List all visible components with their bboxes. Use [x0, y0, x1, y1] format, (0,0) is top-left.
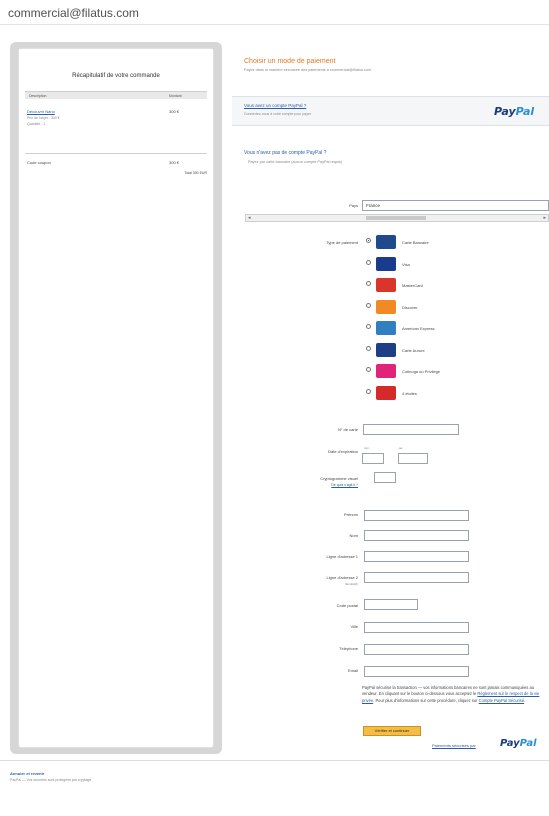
col-description: Description — [29, 94, 47, 98]
postcode-label: Code postal — [336, 603, 358, 608]
firstname-label: Prénom — [343, 512, 358, 517]
4-etoiles-icon — [376, 385, 396, 400]
postcode-field[interactable] — [364, 599, 418, 610]
scroll-thumb[interactable] — [366, 216, 426, 220]
expiry-month-hint: mm — [364, 446, 369, 450]
cvv-field[interactable] — [374, 472, 396, 483]
phone-label: Téléphone — [339, 646, 358, 651]
card-type-label: Type de paiement — [326, 240, 358, 245]
paypal-logo: PayPal — [494, 105, 534, 118]
card-radio[interactable] — [366, 345, 371, 351]
address2-label: Ligne d'adresse 2 — [326, 575, 358, 580]
paypal-logo-pay: Pay — [494, 105, 516, 118]
header-divider — [0, 24, 549, 25]
city-field[interactable] — [364, 622, 469, 633]
expiry-label: Date d'expiration — [328, 449, 358, 454]
paypal-account-box: Vous avez un compte PayPal ? Connectez-v… — [232, 96, 549, 126]
paypal-footer-logo: PayPal — [500, 738, 537, 749]
paypal-footer-pay: Pay — [500, 738, 520, 749]
summary-item-amount: 300 € — [169, 109, 180, 114]
horizontal-scrollbar[interactable]: ◂ ▸ — [245, 214, 549, 222]
carte-aurore-icon — [376, 342, 396, 357]
summary-currency-note: Total 300 EUR — [184, 171, 207, 175]
carte-bancaire-icon — [376, 235, 396, 249]
phone-field[interactable] — [364, 644, 469, 655]
card-radio[interactable] — [366, 281, 371, 286]
email-field[interactable] — [364, 666, 469, 677]
no-account-title: Vous n'avez pas de compte PayPal ? — [244, 150, 327, 156]
amex-icon — [376, 321, 396, 335]
summary-item-link[interactable]: Découvrir Nano — [27, 109, 55, 114]
paypal-footer-pal: Pal — [519, 738, 537, 749]
discover-icon — [376, 299, 396, 314]
card-option-label: Visa — [402, 261, 410, 267]
address1-label: Ligne d'adresse 1 — [326, 554, 358, 559]
card-radio[interactable] — [366, 238, 371, 243]
summary-total-label: Code coupon — [27, 160, 51, 165]
card-radio[interactable] — [366, 324, 371, 329]
summary-title: Récapitulatif de votre commande — [72, 73, 160, 79]
firstname-field[interactable] — [364, 510, 469, 521]
card-radio[interactable] — [366, 259, 371, 265]
secure-payments-link[interactable]: Paiements sécurisés par — [432, 743, 476, 748]
expiry-month-field[interactable] — [362, 453, 384, 464]
lastname-label: Nom — [349, 533, 358, 538]
order-summary-panel: Récapitulatif de votre commande Descript… — [18, 48, 214, 748]
city-label: Ville — [350, 624, 359, 629]
secure-account-link[interactable]: Compte PayPal Sécurisé — [479, 698, 525, 703]
card-number-label: N° de carte — [337, 427, 358, 432]
country-select[interactable]: France — [362, 200, 549, 211]
paypal-logo-pal: Pal — [515, 105, 535, 118]
card-radio[interactable] — [366, 302, 371, 308]
summary-table-header: Description Montant — [25, 91, 207, 99]
col-amount: Montant — [169, 94, 182, 98]
cvv-help-link[interactable]: De quoi s'agit-il ? — [310, 483, 358, 487]
payment-title: Choisir un mode de paiement — [244, 58, 336, 65]
security-note-text-2: Pour plus d'informations sur cette procé… — [375, 697, 478, 703]
scroll-left-icon[interactable]: ◂ — [248, 215, 251, 221]
cvv-label: Cryptogramme visuel — [320, 476, 358, 481]
continue-button[interactable]: Vérifier et continuer — [363, 726, 421, 736]
summary-divider — [25, 153, 207, 154]
mastercard-icon — [376, 278, 396, 292]
country-label: Pays — [349, 203, 358, 208]
lastname-field[interactable] — [364, 530, 469, 541]
cancel-return-link[interactable]: Annuler et revenir — [10, 771, 44, 776]
summary-item-qty: Quantité : 1 — [27, 122, 46, 126]
no-account-subtitle: Payez par carte bancaire (aucun compte P… — [248, 160, 343, 164]
cofinoga-icon — [376, 364, 396, 378]
card-number-field[interactable] — [363, 424, 459, 435]
summary-total-amount: 300 € — [169, 160, 180, 165]
card-option-label: American Express — [402, 326, 435, 331]
card-option-label: Carte Bancaire — [402, 240, 429, 245]
card-option-label: Discover — [402, 304, 418, 310]
address2-optional: (facultatif) — [344, 582, 358, 586]
address1-field[interactable] — [364, 551, 469, 562]
paypal-account-sub: Connectez-vous à votre compte pour payer — [244, 112, 312, 116]
scroll-right-icon[interactable]: ▸ — [543, 215, 546, 221]
footer-divider — [0, 760, 549, 761]
expiry-year-field[interactable] — [398, 453, 428, 464]
paypal-account-link[interactable]: Vous avez un compte PayPal ? — [244, 103, 306, 108]
card-radio[interactable] — [366, 388, 371, 394]
summary-item-price: Prix de l'objet : 300 € — [27, 116, 60, 120]
expiry-year-hint: aa — [399, 446, 403, 450]
card-radio[interactable] — [366, 367, 371, 372]
security-note: PayPal sécurise la transaction — vos inf… — [362, 685, 540, 703]
footer-subtext: PayPal — Vos données sont protégées par … — [10, 778, 92, 782]
card-option-label: MasterCard — [402, 283, 423, 288]
card-option-label: Carte Aurore — [402, 347, 425, 353]
payment-subtitle: Payez dans la manière sécurisée des paie… — [244, 68, 372, 72]
email-label: Email — [347, 668, 358, 673]
merchant-email: commercial@filatus.com — [8, 6, 139, 20]
address2-field[interactable] — [364, 572, 469, 583]
card-option-label: Cofinoga ou Privilège — [402, 369, 441, 374]
visa-icon — [376, 256, 396, 271]
card-option-label: 4 étoiles — [402, 390, 417, 396]
